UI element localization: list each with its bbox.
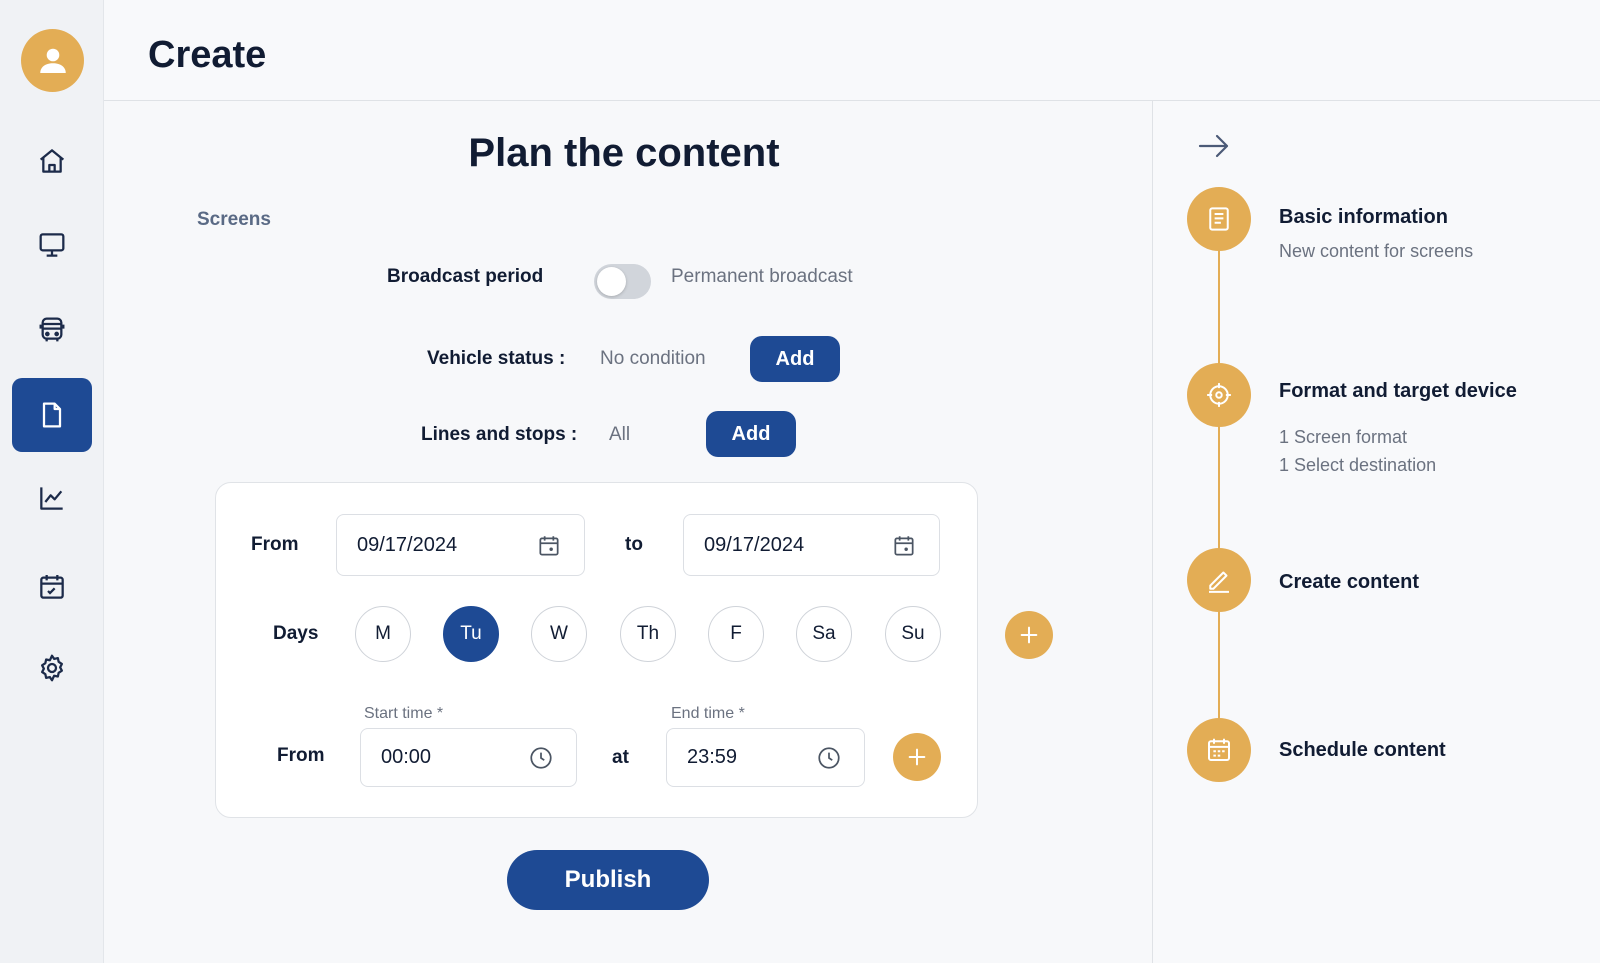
end-time-caption: End time *: [671, 705, 745, 722]
step-2-line-1: 1 Screen format: [1279, 427, 1408, 447]
day-tuesday[interactable]: Tu: [443, 606, 499, 662]
clock-icon[interactable]: [528, 745, 554, 771]
steps-connector: [1218, 216, 1220, 766]
vehicle-status-label: Vehicle status :: [427, 348, 566, 369]
document-icon: [42, 402, 62, 428]
step-2-circle[interactable]: [1187, 363, 1251, 427]
days-label: Days: [273, 623, 319, 644]
plus-icon: [908, 748, 926, 766]
broadcast-value: Permanent broadcast: [671, 266, 853, 287]
page-header: Create: [104, 0, 1600, 101]
to-date-value: 09/17/2024: [704, 533, 805, 556]
step-1-line-1: New content for screens: [1279, 241, 1474, 261]
time-from-label: From: [277, 745, 325, 766]
add-day-button[interactable]: [1005, 611, 1053, 659]
start-time-field[interactable]: 00:00: [360, 728, 577, 787]
lines-add-button[interactable]: Add: [706, 411, 796, 457]
step-3-circle[interactable]: [1187, 548, 1251, 612]
nav-screens[interactable]: [12, 208, 92, 282]
day-wednesday[interactable]: W: [531, 606, 587, 662]
monitor-icon: [39, 233, 65, 257]
day-saturday[interactable]: Sa: [796, 606, 852, 662]
sidebar: [0, 0, 104, 963]
nav-analytics[interactable]: [12, 461, 92, 535]
publish-button[interactable]: Publish: [507, 850, 709, 910]
at-label: at: [612, 747, 629, 768]
step-4-title: Schedule content: [1279, 739, 1446, 761]
day-sunday[interactable]: Su: [885, 606, 941, 662]
start-time-value: 00:00: [381, 746, 432, 768]
broadcast-toggle[interactable]: [594, 264, 651, 299]
lines-stops-label: Lines and stops :: [421, 424, 578, 445]
vehicle-add-button[interactable]: Add: [750, 336, 840, 382]
calendar-icon[interactable]: [891, 533, 917, 559]
steps-panel: Basic information New content for screen…: [1152, 101, 1600, 963]
document-list-icon: [1209, 207, 1229, 231]
step-1-circle[interactable]: [1187, 187, 1251, 251]
nav-calendar[interactable]: [12, 550, 92, 624]
end-time-value: 23:59: [687, 746, 738, 768]
day-friday[interactable]: F: [708, 606, 764, 662]
step-3-title: Create content: [1279, 571, 1420, 593]
day-thursday[interactable]: Th: [620, 606, 676, 662]
nav-home[interactable]: [12, 124, 92, 198]
calendar-icon: [1208, 738, 1230, 761]
nav-settings[interactable]: [12, 631, 92, 705]
step-2-line-2: 1 Select destination: [1279, 455, 1437, 475]
bus-icon: [39, 317, 65, 342]
calendar-icon[interactable]: [536, 533, 562, 559]
schedule-card: From 09/17/2024 to 09/17/2024 Days M Tu …: [215, 482, 978, 818]
user-avatar[interactable]: [21, 29, 84, 92]
vehicle-status-value: No condition: [600, 348, 706, 369]
toggle-knob: [597, 267, 626, 296]
nav-vehicles[interactable]: [12, 293, 92, 367]
plan-title: Plan the content: [468, 131, 780, 175]
step-2-title: Format and target device: [1279, 380, 1517, 402]
plus-icon: [1020, 626, 1038, 644]
broadcast-period-label: Broadcast period: [387, 266, 544, 287]
from-date-field[interactable]: 09/17/2024: [336, 514, 585, 576]
start-time-caption: Start time *: [364, 705, 444, 722]
step-4-circle[interactable]: [1187, 718, 1251, 782]
calendar-icon: [40, 575, 64, 599]
clock-icon[interactable]: [816, 745, 842, 771]
add-time-button[interactable]: [893, 733, 941, 781]
step-1-title: Basic information: [1279, 206, 1448, 228]
user-icon: [39, 48, 66, 73]
arrow-right-icon[interactable]: [1197, 131, 1231, 161]
nav-content[interactable]: [12, 378, 92, 452]
gear-icon: [41, 654, 63, 682]
section-label: Screens: [197, 209, 271, 230]
day-monday[interactable]: M: [355, 606, 411, 662]
target-icon: [1207, 383, 1231, 407]
end-time-field[interactable]: 23:59: [666, 728, 865, 787]
home-icon: [39, 149, 65, 173]
from-date-value: 09/17/2024: [357, 533, 458, 556]
from-date-label: From: [251, 534, 299, 555]
lines-stops-value: All: [609, 424, 631, 445]
page-title: Create: [148, 34, 267, 76]
to-date-field[interactable]: 09/17/2024: [683, 514, 940, 576]
main-content: Plan the content Screens Broadcast perio…: [104, 101, 1152, 963]
chart-icon: [40, 487, 63, 510]
to-date-label: to: [625, 534, 643, 555]
pencil-icon: [1209, 571, 1229, 593]
